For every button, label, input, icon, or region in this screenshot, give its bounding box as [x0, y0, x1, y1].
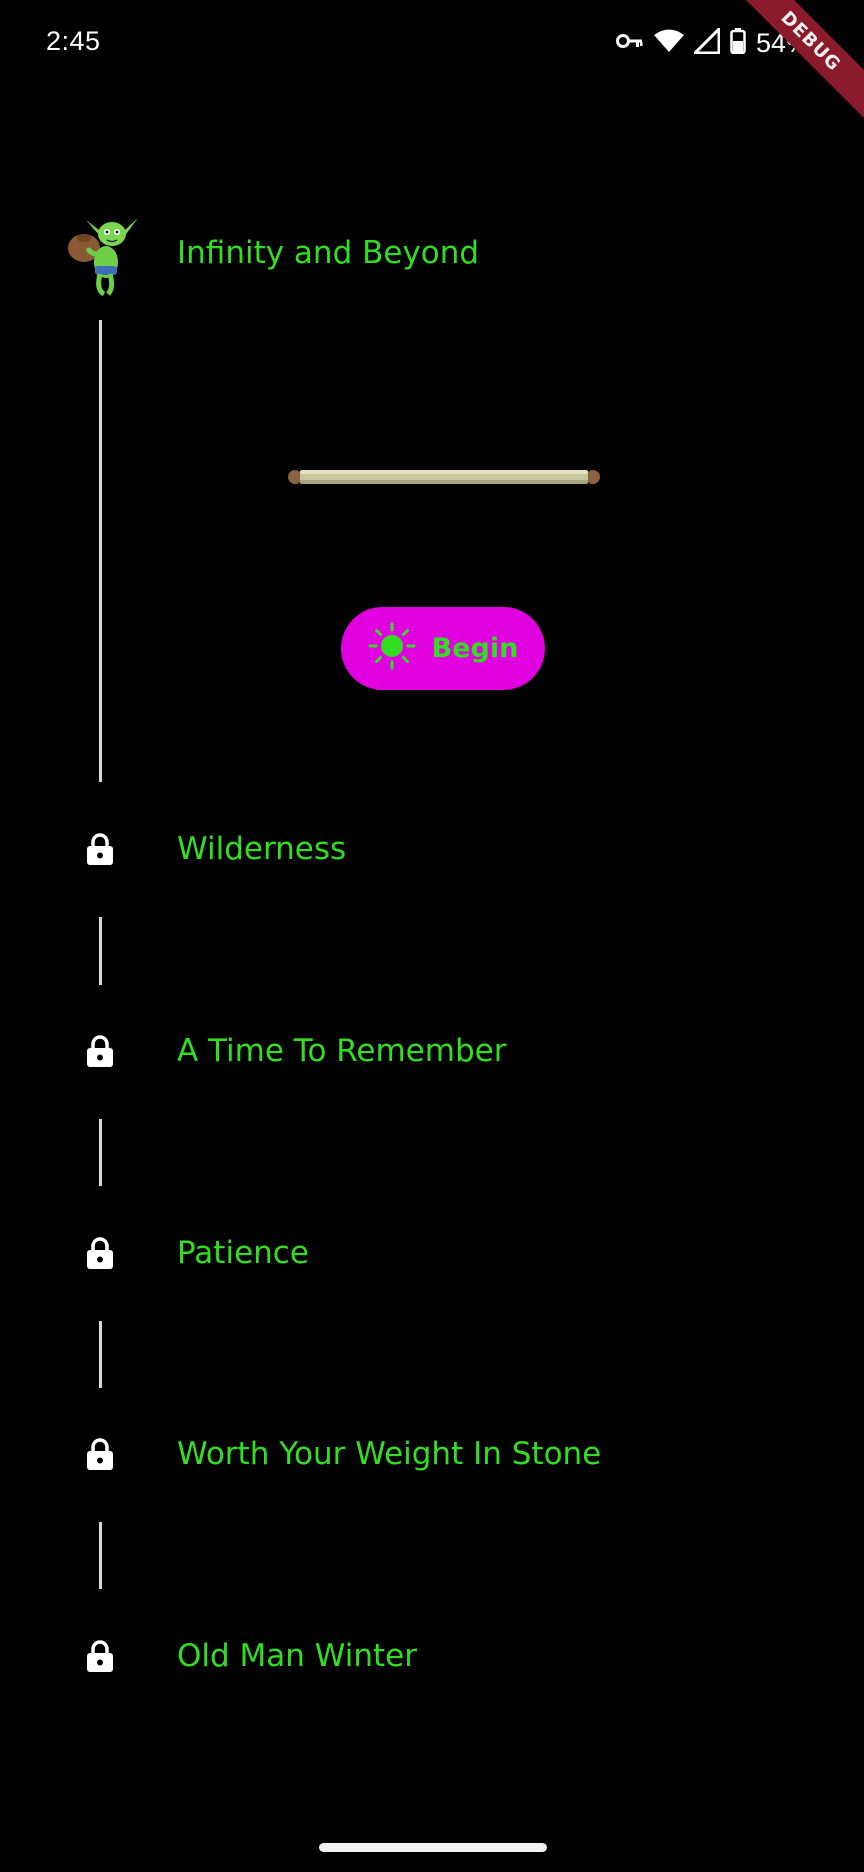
- debug-banner: DEBUG: [717, 0, 864, 135]
- level-title[interactable]: A Time To Remember: [177, 1033, 506, 1069]
- lock-icon: [62, 1618, 138, 1694]
- wifi-icon: [653, 29, 684, 58]
- level-title[interactable]: Infinity and Beyond: [177, 235, 479, 271]
- timeline-connector: [99, 917, 102, 985]
- lock-icon: [62, 1215, 138, 1291]
- begin-button-label: Begin: [431, 633, 519, 664]
- level-title[interactable]: Patience: [177, 1235, 309, 1271]
- battery-icon: [730, 27, 746, 59]
- lock-icon: [62, 811, 138, 887]
- scroll-stick-icon: [286, 464, 602, 490]
- home-indicator[interactable]: [319, 1843, 547, 1852]
- timeline-connector: [99, 320, 102, 782]
- lock-icon: [62, 1416, 138, 1492]
- level-row-locked[interactable]: Old Man Winter: [0, 1621, 864, 1691]
- level-row-locked[interactable]: Wilderness: [0, 814, 864, 884]
- begin-button[interactable]: Begin: [341, 607, 545, 690]
- level-row-locked[interactable]: Patience: [0, 1218, 864, 1288]
- timeline-connector: [99, 1119, 102, 1186]
- timeline-connector: [99, 1321, 102, 1388]
- sun-icon: [368, 622, 416, 675]
- level-row-current[interactable]: Infinity and Beyond: [0, 215, 864, 296]
- level-row-locked[interactable]: A Time To Remember: [0, 1016, 864, 1086]
- goblin-character-icon: [62, 215, 138, 296]
- level-title[interactable]: Wilderness: [177, 831, 346, 867]
- level-title[interactable]: Worth Your Weight In Stone: [177, 1436, 601, 1472]
- signal-icon: [691, 24, 721, 59]
- vpn-key-icon: [615, 32, 644, 55]
- timeline-connector: [99, 1522, 102, 1589]
- level-title[interactable]: Old Man Winter: [177, 1638, 417, 1674]
- lock-icon: [62, 1013, 138, 1089]
- status-time: 2:45: [46, 26, 101, 56]
- status-bar: 2:45 54% DEBUG: [0, 0, 864, 135]
- level-row-locked[interactable]: Worth Your Weight In Stone: [0, 1419, 864, 1489]
